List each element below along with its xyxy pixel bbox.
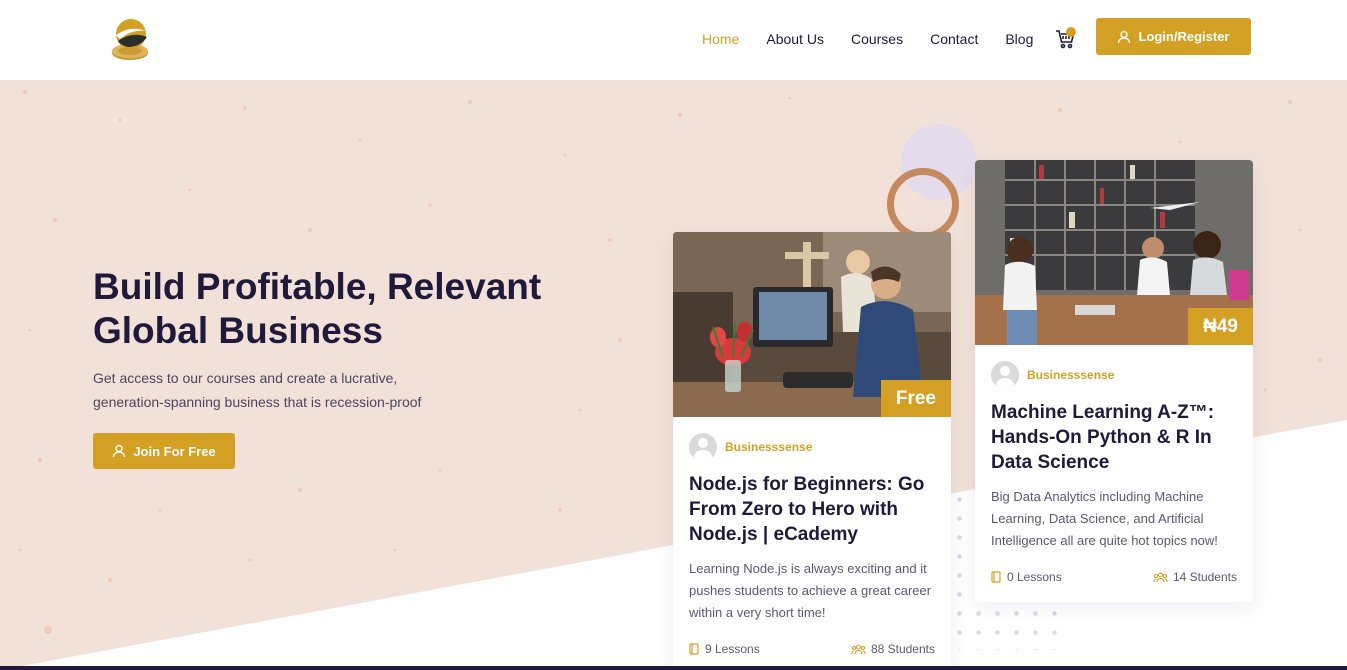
main-nav: Home About Us Courses Contact Blog xyxy=(702,30,1060,48)
user-icon xyxy=(1118,30,1131,43)
hero-subtitle: Get access to our courses and create a l… xyxy=(93,370,422,410)
site-header: Home About Us Courses Contact Blog Login… xyxy=(0,0,1347,80)
course-description: Learning Node.js is always exciting and … xyxy=(689,561,932,620)
join-for-free-button[interactable]: Join For Free xyxy=(93,433,235,469)
course-author[interactable]: Businesssense xyxy=(689,433,812,461)
course-card[interactable]: ₦49 Businesssense Machine Learning A-Z™:… xyxy=(975,160,1253,602)
cart-count-badge xyxy=(1066,27,1076,37)
course-author[interactable]: Businesssense xyxy=(991,361,1114,389)
price-badge: ₦49 xyxy=(1188,308,1253,345)
avatar xyxy=(689,433,717,461)
course-meta: 9 Lessons 88 Students xyxy=(689,642,935,656)
students-icon xyxy=(851,643,866,654)
nav-home[interactable]: Home xyxy=(702,30,739,48)
course-description: Big Data Analytics including Machine Lea… xyxy=(991,489,1218,548)
author-name[interactable]: Businesssense xyxy=(725,440,812,454)
lessons-count: 0 Lessons xyxy=(991,570,1062,584)
avatar xyxy=(991,361,1019,389)
lessons-count: 9 Lessons xyxy=(689,642,760,656)
price-badge: Free xyxy=(880,380,951,417)
course-title[interactable]: Node.js for Beginners: Go From Zero to H… xyxy=(689,472,939,547)
login-register-label: Login/Register xyxy=(1138,29,1230,44)
nav-blog[interactable]: Blog xyxy=(1005,30,1033,48)
author-name[interactable]: Businesssense xyxy=(1027,368,1114,382)
students-count: 14 Students xyxy=(1153,570,1237,584)
students-count: 88 Students xyxy=(851,642,935,656)
login-register-button[interactable]: Login/Register xyxy=(1096,18,1251,55)
lessons-label: 9 Lessons xyxy=(705,642,760,656)
coin-logo-icon[interactable] xyxy=(110,17,152,63)
hero-title: Build Profitable, Relevant Global Busine… xyxy=(93,266,542,351)
bottom-divider xyxy=(0,666,1347,670)
book-icon xyxy=(991,571,1001,583)
nav-courses[interactable]: Courses xyxy=(851,30,903,48)
students-label: 14 Students xyxy=(1172,570,1237,584)
nav-about-us[interactable]: About Us xyxy=(766,30,824,48)
students-icon xyxy=(1153,571,1168,582)
students-label: 88 Students xyxy=(870,642,935,656)
course-card[interactable]: Free Businesssense Node.js for Beginners… xyxy=(673,232,951,670)
course-title[interactable]: Machine Learning A-Z™: Hands-On Python &… xyxy=(991,400,1241,475)
book-icon xyxy=(689,643,699,655)
lessons-label: 0 Lessons xyxy=(1007,570,1062,584)
decorative-ring xyxy=(887,168,959,240)
join-for-free-label: Join For Free xyxy=(133,443,216,459)
nav-contact[interactable]: Contact xyxy=(930,30,978,48)
course-thumbnail[interactable]: ₦49 xyxy=(975,160,1253,345)
course-meta: 0 Lessons 14 Students xyxy=(991,570,1237,584)
hero-section: Build Profitable, Relevant Global Busine… xyxy=(0,80,1347,670)
user-icon xyxy=(113,444,126,458)
course-thumbnail[interactable]: Free xyxy=(673,232,951,417)
